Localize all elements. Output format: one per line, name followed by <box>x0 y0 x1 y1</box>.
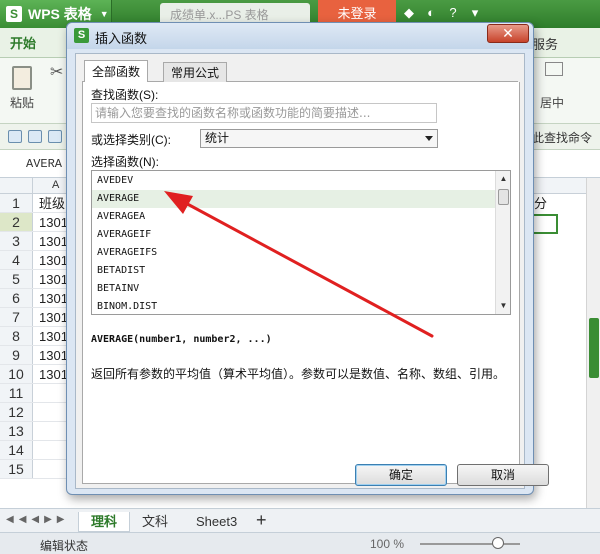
annotation-arrow-icon <box>164 191 434 338</box>
annotation-arrow-head <box>164 191 193 214</box>
annotation-arrow-shaft <box>178 198 434 338</box>
